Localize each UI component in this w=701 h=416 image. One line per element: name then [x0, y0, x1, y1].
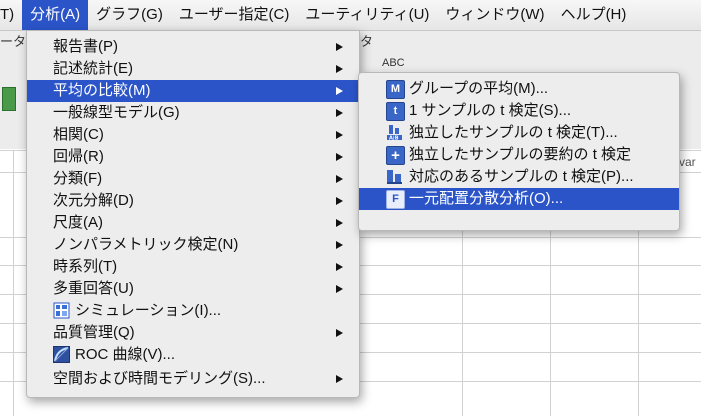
submenu-arrow-icon: [336, 109, 343, 117]
menu-analyze[interactable]: 分析(A): [22, 0, 89, 30]
submenu-item-paired-t-test[interactable]: 対応のあるサンプルの t 検定(P)...: [359, 166, 679, 188]
menu-item-label: 報告書(P): [53, 38, 118, 55]
menu-item-general-linear-model[interactable]: 一般線型モデル(G): [27, 102, 359, 124]
means-icon: M: [386, 80, 405, 99]
menu-item-nonparametric-tests[interactable]: ノンパラメトリック検定(N): [27, 234, 359, 256]
submenu-arrow-icon: [336, 87, 343, 95]
submenu-item-label: 独立したサンプルの要約の t 検定: [409, 146, 632, 163]
menu-item-label: 分類(F): [53, 170, 103, 187]
submenu-item-one-sample-t-test[interactable]: t 1 サンプルの t 検定(S)...: [359, 100, 679, 122]
menu-item-scale[interactable]: 尺度(A): [27, 212, 359, 234]
menu-item-time-series[interactable]: 時系列(T): [27, 256, 359, 278]
data-editor-icon[interactable]: [2, 87, 16, 111]
menu-item-descriptive-statistics[interactable]: 記述統計(E): [27, 58, 359, 80]
menu-item-simulation[interactable]: シミュレーション(I)...: [27, 300, 359, 322]
menu-item-quality-control[interactable]: 品質管理(Q): [27, 322, 359, 344]
menu-item-label: 次元分解(D): [53, 192, 134, 209]
menu-item-compare-means[interactable]: 平均の比較(M): [27, 80, 359, 102]
menu-help[interactable]: ヘルプ(H): [553, 0, 635, 30]
submenu-item-label: グループの平均(M)...: [409, 80, 549, 97]
submenu-arrow-icon: [336, 375, 343, 383]
menu-item-label: 品質管理(Q): [53, 324, 135, 341]
menu-utilities[interactable]: ユーティリティ(U): [297, 0, 437, 30]
roc-curve-icon: [53, 346, 70, 363]
toolbar-label-mid: タ: [360, 34, 374, 49]
menu-item-label: 回帰(R): [53, 148, 104, 165]
column-header-var[interactable]: var: [679, 155, 696, 169]
menu-item-label: 記述統計(E): [53, 60, 133, 77]
menu-item-multiple-response[interactable]: 多重回答(U): [27, 278, 359, 300]
submenu-item-one-way-anova[interactable]: F 一元配置分散分析(O)...: [359, 188, 679, 210]
independent-samples-icon: A|B: [386, 124, 403, 142]
menu-item-label: 時系列(T): [53, 258, 118, 275]
grid-line: [13, 150, 14, 416]
submenu-arrow-icon: [336, 329, 343, 337]
submenu-item-summary-t-test[interactable]: + 独立したサンプルの要約の t 検定: [359, 144, 679, 166]
menu-graphs[interactable]: グラフ(G): [88, 0, 171, 30]
menu-item-label: 多重回答(U): [53, 280, 134, 297]
menu-bar: T) 分析(A) グラフ(G) ユーザー指定(C) ユーティリティ(U) ウィン…: [0, 0, 701, 31]
submenu-arrow-icon: [336, 219, 343, 227]
menu-item-correlate[interactable]: 相関(C): [27, 124, 359, 146]
menu-transform[interactable]: T): [0, 0, 22, 30]
menu-window[interactable]: ウィンドウ(W): [437, 0, 552, 30]
simulation-icon: [53, 302, 70, 319]
submenu-arrow-icon: [336, 65, 343, 73]
toolbar-label-sub: ABC: [382, 57, 405, 69]
menu-item-label: ノンパラメトリック検定(N): [53, 236, 239, 253]
plus-icon: +: [386, 146, 405, 165]
submenu-item-means[interactable]: M グループの平均(M)...: [359, 78, 679, 100]
submenu-arrow-icon: [336, 285, 343, 293]
menu-item-label: ROC 曲線(V)...: [75, 346, 175, 363]
menu-item-label: 尺度(A): [53, 214, 103, 231]
toolbar-label-left: ータ: [0, 34, 27, 49]
submenu-arrow-icon: [336, 175, 343, 183]
menu-item-regression[interactable]: 回帰(R): [27, 146, 359, 168]
submenu-item-label: 一元配置分散分析(O)...: [409, 190, 564, 207]
paired-samples-icon: [386, 168, 403, 185]
submenu-item-label: 対応のあるサンプルの t 検定(P)...: [409, 168, 634, 185]
menu-item-reports[interactable]: 報告書(P): [27, 36, 359, 58]
submenu-arrow-icon: [336, 43, 343, 51]
menu-item-classify[interactable]: 分類(F): [27, 168, 359, 190]
submenu-item-independent-t-test[interactable]: A|B 独立したサンプルの t 検定(T)...: [359, 122, 679, 144]
menu-item-label: 相関(C): [53, 126, 104, 143]
menu-item-label: 一般線型モデル(G): [53, 104, 180, 121]
t-test-icon: t: [386, 102, 405, 121]
anova-icon: F: [386, 190, 405, 209]
menu-item-label: 平均の比較(M): [53, 82, 151, 99]
submenu-arrow-icon: [336, 263, 343, 271]
submenu-item-label: 1 サンプルの t 検定(S)...: [409, 102, 572, 119]
analyze-menu: 報告書(P) 記述統計(E) 平均の比較(M) 一般線型モデル(G) 相関(C)…: [26, 30, 360, 398]
submenu-arrow-icon: [336, 241, 343, 249]
submenu-arrow-icon: [336, 153, 343, 161]
menu-item-label: 空間および時間モデリング(S)...: [53, 370, 266, 387]
svg-text:A|B: A|B: [389, 136, 399, 142]
menu-item-label: シミュレーション(I)...: [75, 302, 222, 319]
menu-item-dimension-reduction[interactable]: 次元分解(D): [27, 190, 359, 212]
menu-item-spatial-temporal-modeling[interactable]: 空間および時間モデリング(S)...: [27, 368, 359, 390]
submenu-arrow-icon: [336, 131, 343, 139]
submenu-item-label: 独立したサンプルの t 検定(T)...: [409, 124, 618, 141]
submenu-arrow-icon: [336, 197, 343, 205]
menu-item-roc-curve[interactable]: ROC 曲線(V)...: [27, 344, 359, 366]
compare-means-submenu: M グループの平均(M)... t 1 サンプルの t 検定(S)... A|B…: [358, 72, 680, 231]
menu-custom[interactable]: ユーザー指定(C): [171, 0, 298, 30]
